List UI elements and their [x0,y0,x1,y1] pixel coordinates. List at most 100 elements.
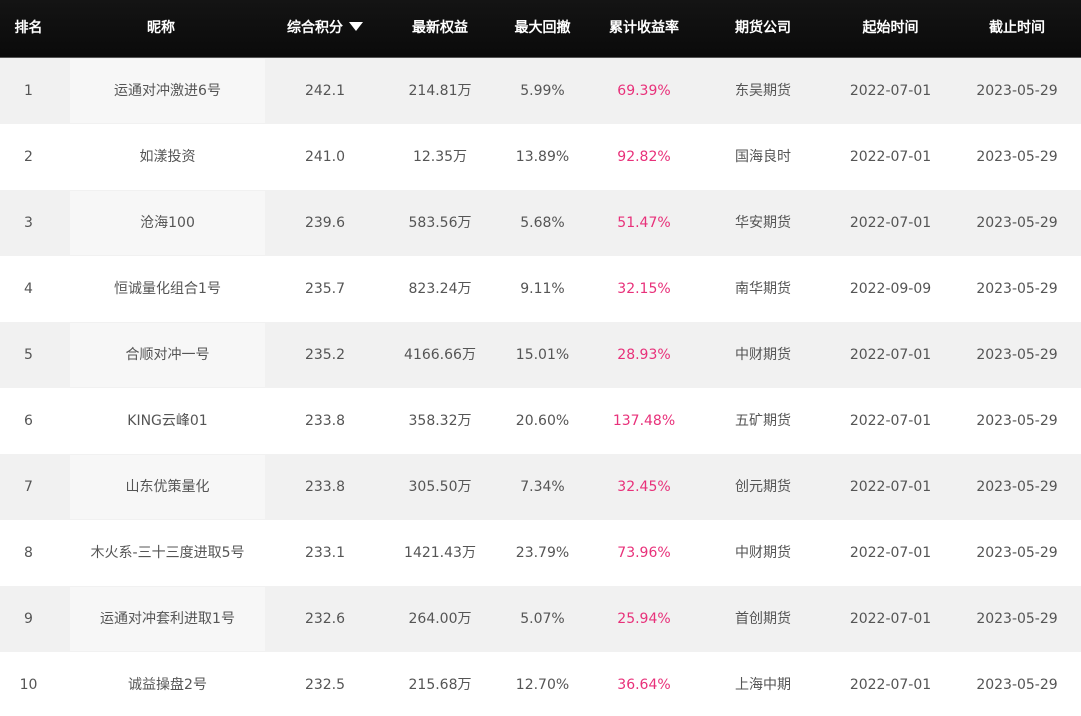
end-date-cell: 2023-05-29 [976,479,1058,495]
table-row[interactable]: 3 沧海100 239.6 583.56万 5.68% 51.47% 华安期货 2022-07… [0,190,1081,256]
score-cell: 235.2 [304,347,346,363]
table-row[interactable]: 1 运通对冲激进6号 242.1 214.81万 5.99% 69.39% 东吴期货 2022… [0,58,1081,124]
start-date-cell: 2022-07-01 [849,545,932,561]
name-cell[interactable]: 木火系-三十三度进取5号 [70,521,265,585]
table-row[interactable]: 8 木火系-三十三度进取5号 233.1 1421.43万 23.79% 73.96% 中财… [0,520,1081,586]
company-cell: 南华期货 [735,281,791,297]
sort-down-icon[interactable] [349,22,363,31]
name-cell[interactable]: 运通对冲套利进取1号 [70,587,265,651]
return-cell: 137.48% [612,413,676,429]
name-cell[interactable]: KING云峰01 [70,389,265,453]
name-cell[interactable]: 合顺对冲一号 [70,323,265,387]
score-cell: 233.1 [304,545,346,561]
drawdown-cell: 5.68% [520,215,565,231]
company-cell: 国海良时 [735,149,791,165]
score-cell: 242.1 [304,83,346,99]
company-cell: 华安期货 [735,215,791,231]
rank-cell: 4 [24,281,33,297]
rank-cell: 10 [19,677,38,693]
start-date-cell: 2022-09-09 [849,281,932,297]
drawdown-cell: 9.11% [520,281,565,297]
equity-cell: 1421.43万 [404,545,476,561]
table-row[interactable]: 9 运通对冲套利进取1号 232.6 264.00万 5.07% 25.94% 首创期货 20… [0,586,1081,652]
table-row[interactable]: 7 山东优策量化 233.8 305.50万 7.34% 32.45% 创元期货 2022-0… [0,454,1081,520]
table-row[interactable]: 2 如漾投资 241.0 12.35万 13.89% 92.82% 国海良时 2022-07-… [0,124,1081,190]
end-date-cell: 2023-05-29 [976,413,1058,429]
table-row[interactable]: 5 合顺对冲一号 235.2 4166.66万 15.01% 28.93% 中财期货 2022… [0,322,1081,388]
equity-cell: 823.24万 [408,281,472,297]
equity-cell: 4166.66万 [404,347,476,363]
header-end[interactable]: 截止时间 [953,0,1081,57]
rank-cell: 1 [24,83,33,99]
company-cell: 东吴期货 [735,83,791,99]
start-date-cell: 2022-07-01 [849,677,932,693]
rank-cell: 2 [24,149,33,165]
rank-cell: 9 [24,611,33,627]
company-cell: 五矿期货 [735,413,791,429]
name-cell[interactable]: 沧海100 [70,191,265,255]
score-cell: 233.8 [304,479,346,495]
name-cell[interactable]: 恒诚量化组合1号 [70,257,265,321]
rank-cell: 6 [24,413,33,429]
equity-cell: 358.32万 [408,413,472,429]
company-cell: 首创期货 [735,611,791,627]
rank-cell: 3 [24,215,33,231]
equity-cell: 264.00万 [408,611,472,627]
return-cell: 32.15% [617,281,671,297]
return-cell: 51.47% [617,215,671,231]
header-start[interactable]: 起始时间 [828,0,953,57]
end-date-cell: 2023-05-29 [976,347,1058,363]
end-date-cell: 2023-05-29 [976,281,1058,297]
header-company[interactable]: 期货公司 [698,0,828,57]
name-cell[interactable]: 诚益操盘2号 [70,653,265,716]
header-score[interactable]: 综合积分 [265,0,385,57]
drawdown-cell: 7.34% [520,479,565,495]
company-cell: 中财期货 [735,545,791,561]
drawdown-cell: 15.01% [515,347,570,363]
name-cell[interactable]: 山东优策量化 [70,455,265,519]
header-name[interactable]: 昵称 [57,0,265,57]
return-cell: 73.96% [617,545,671,561]
header-return[interactable]: 累计收益率 [590,0,698,57]
equity-cell: 215.68万 [408,677,472,693]
start-date-cell: 2022-07-01 [849,479,932,495]
start-date-cell: 2022-07-01 [849,611,932,627]
return-cell: 92.82% [617,149,671,165]
score-cell: 241.0 [304,149,346,165]
return-cell: 25.94% [617,611,671,627]
header-rank[interactable]: 排名 [0,0,57,57]
header-drawdown[interactable]: 最大回撤 [495,0,590,57]
score-cell: 235.7 [304,281,346,297]
ranking-table: 排名 昵称 综合积分 最新权益 最大回撤 累计收益率 期货公司 起始时间 截止时… [0,0,1081,716]
drawdown-cell: 23.79% [515,545,570,561]
equity-cell: 305.50万 [408,479,472,495]
drawdown-cell: 5.99% [520,83,565,99]
rank-cell: 8 [24,545,33,561]
return-cell: 36.64% [617,677,671,693]
name-cell[interactable]: 运通对冲激进6号 [70,59,265,123]
end-date-cell: 2023-05-29 [976,611,1058,627]
table-row[interactable]: 10 诚益操盘2号 232.5 215.68万 12.70% 36.64% 上海中期 2022… [0,652,1081,716]
drawdown-cell: 13.89% [515,149,570,165]
end-date-cell: 2023-05-29 [976,83,1058,99]
score-cell: 232.5 [304,677,346,693]
end-date-cell: 2023-05-29 [976,545,1058,561]
table-row[interactable]: 6 KING云峰01 233.8 358.32万 20.60% 137.48% 五矿期货 20… [0,388,1081,454]
equity-cell: 12.35万 [412,149,468,165]
equity-cell: 583.56万 [408,215,472,231]
table-row[interactable]: 4 恒诚量化组合1号 235.7 823.24万 9.11% 32.15% 南华期货 2022… [0,256,1081,322]
company-cell: 上海中期 [735,677,791,693]
table-header: 排名 昵称 综合积分 最新权益 最大回撤 累计收益率 期货公司 起始时间 截止时… [0,0,1081,58]
start-date-cell: 2022-07-01 [849,149,932,165]
start-date-cell: 2022-07-01 [849,83,932,99]
header-score-label: 综合积分 [287,20,343,36]
return-cell: 28.93% [617,347,671,363]
end-date-cell: 2023-05-29 [976,215,1058,231]
equity-cell: 214.81万 [408,83,472,99]
drawdown-cell: 12.70% [515,677,570,693]
header-equity[interactable]: 最新权益 [385,0,495,57]
score-cell: 233.8 [304,413,346,429]
name-cell[interactable]: 如漾投资 [70,125,265,189]
company-cell: 中财期货 [735,347,791,363]
start-date-cell: 2022-07-01 [849,347,932,363]
